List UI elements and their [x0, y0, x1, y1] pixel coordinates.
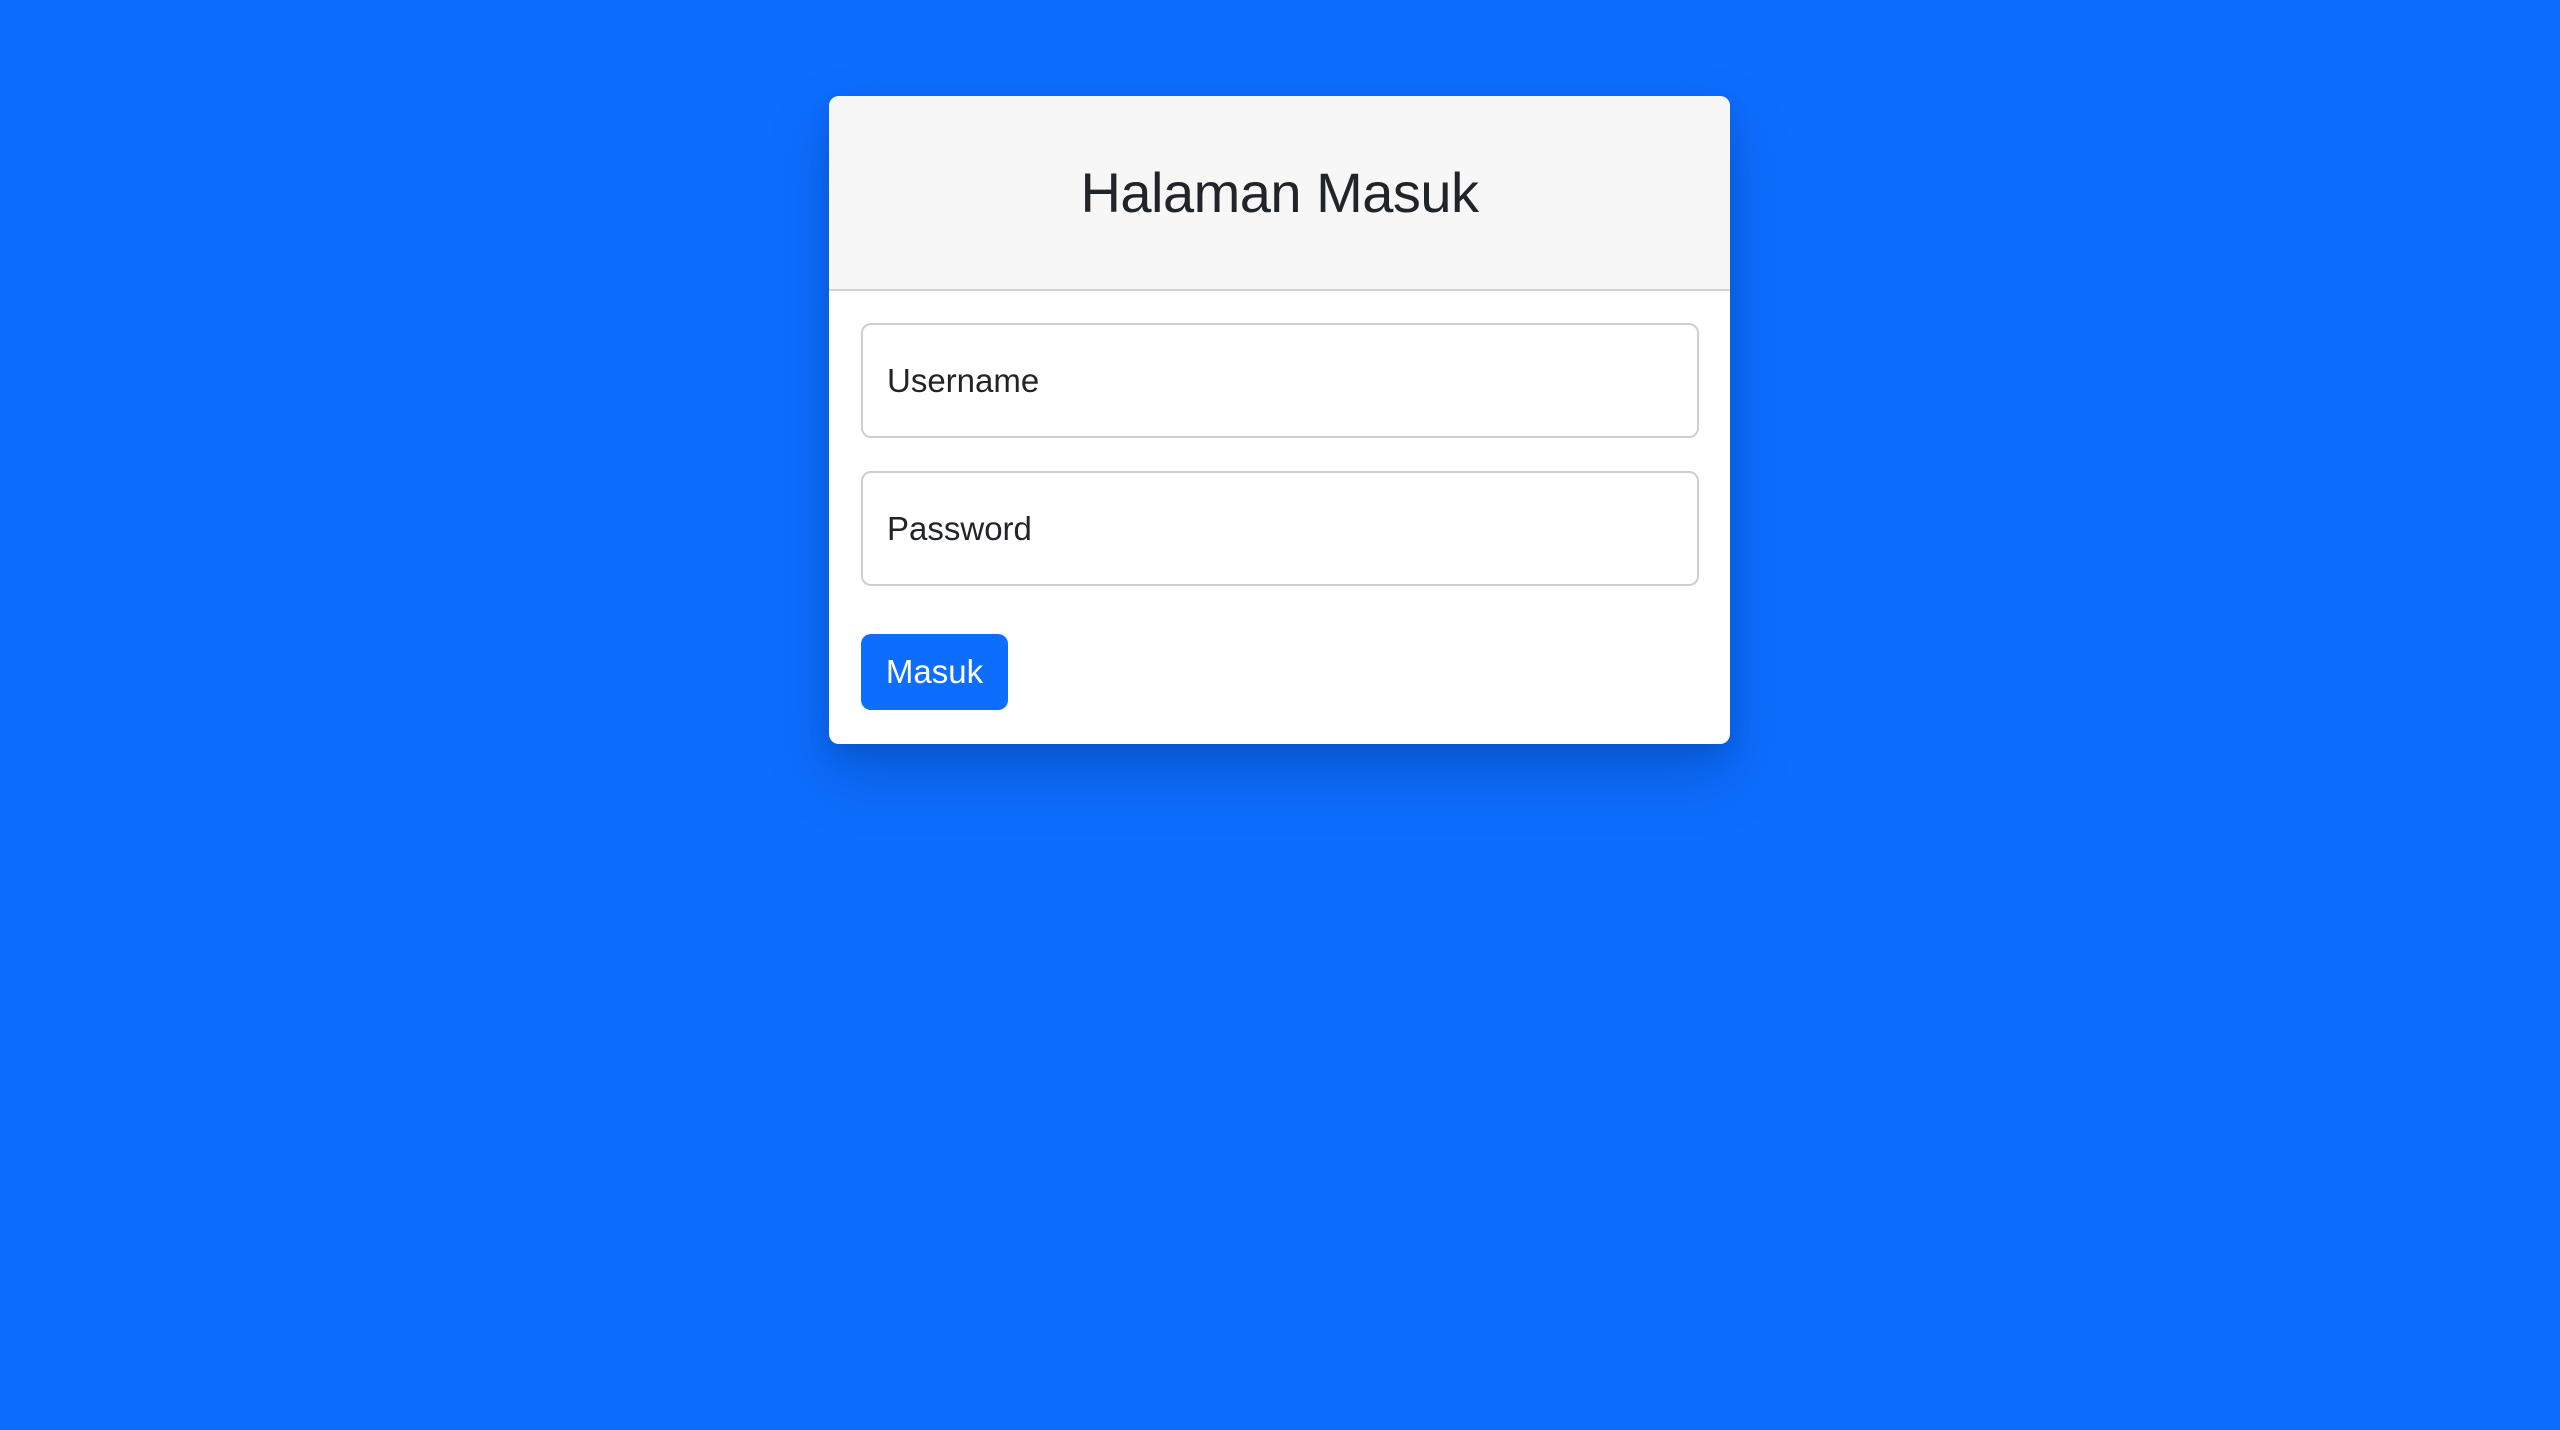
login-form: Masuk	[829, 291, 1730, 710]
page-title: Halaman Masuk	[1080, 161, 1479, 224]
username-input[interactable]	[861, 323, 1699, 438]
login-button[interactable]: Masuk	[861, 634, 1008, 710]
login-card-header: Halaman Masuk	[829, 96, 1730, 291]
login-card: Halaman Masuk Masuk	[829, 96, 1730, 744]
password-input[interactable]	[861, 471, 1699, 586]
